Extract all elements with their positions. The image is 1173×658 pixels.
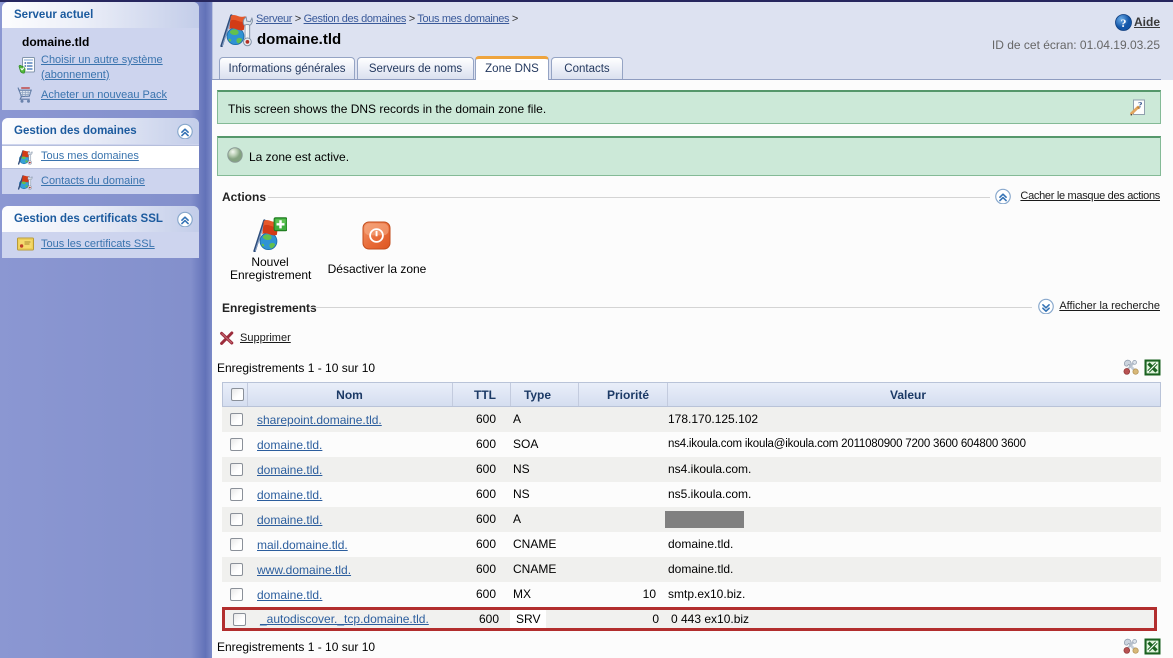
svg-text:?: ? [1121, 16, 1127, 30]
